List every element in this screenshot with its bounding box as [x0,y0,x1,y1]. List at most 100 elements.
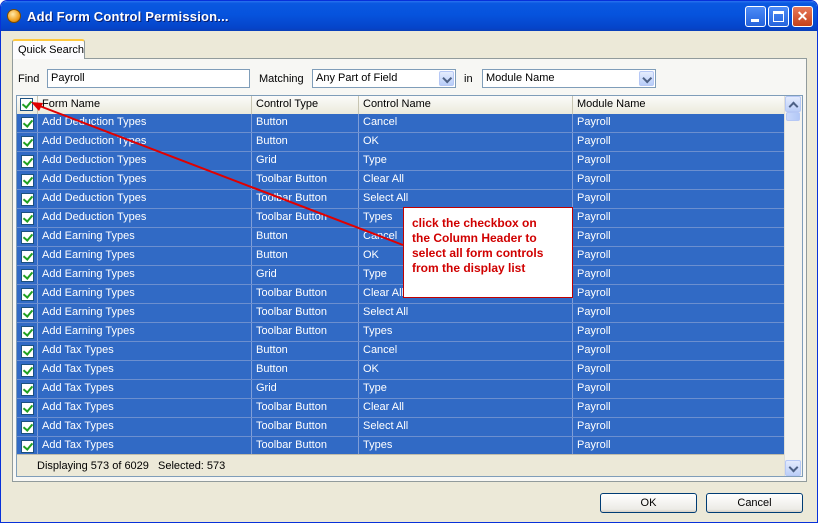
cell-form-name: Add Deduction Types [38,171,252,189]
row-checkbox[interactable] [21,117,34,130]
row-checkbox[interactable] [21,402,34,415]
table-row[interactable]: Add Earning Types Button OK Payroll [17,247,786,266]
table-row[interactable]: Add Deduction Types Button Cancel Payroll [17,114,786,133]
find-input[interactable]: Payroll [47,69,250,88]
cell-control-name: Clear All [359,399,573,417]
cell-checkbox [17,171,38,189]
table-row[interactable]: Add Deduction Types Button OK Payroll [17,133,786,152]
close-button[interactable]: ✕ [792,6,813,27]
row-checkbox[interactable] [21,345,34,358]
row-checkbox[interactable] [21,231,34,244]
table-row[interactable]: Add Tax Types Toolbar Button Select All Pay… [17,418,786,437]
matching-label: Matching [259,73,304,85]
cell-control-name: Type [359,152,573,170]
table-row[interactable]: Add Tax Types Button OK Payroll [17,361,786,380]
row-checkbox[interactable] [21,212,34,225]
cell-module-name: Payroll [573,304,786,322]
cell-module-name: Payroll [573,171,786,189]
cell-control-name: OK [359,361,573,379]
find-label: Find [18,73,40,85]
chevron-down-icon[interactable] [639,71,654,86]
tab-label: Quick Search [18,44,85,56]
cancel-button[interactable]: Cancel [706,493,803,513]
row-checkbox[interactable] [21,440,34,453]
table-row[interactable]: Add Deduction Types Toolbar Button Select … [17,190,786,209]
table-row[interactable]: Add Earning Types Grid Type Payroll [17,266,786,285]
maximize-icon [773,11,784,22]
status-selected: Selected: 573 [158,460,226,472]
row-checkbox[interactable] [21,174,34,187]
table-row[interactable]: Add Deduction Types Toolbar Button Clear A… [17,171,786,190]
row-checkbox[interactable] [21,307,34,320]
row-checkbox[interactable] [21,288,34,301]
cell-form-name: Add Tax Types [38,437,252,455]
cell-checkbox [17,418,38,436]
cell-control-name: Select All [359,190,573,208]
row-checkbox[interactable] [21,155,34,168]
instruction-callout: click the checkbox on the Column Header … [403,207,573,298]
column-header-module-name[interactable]: Module Name [573,96,786,114]
matching-value: Any Part of Field [316,72,398,84]
cell-control-type: Toolbar Button [252,399,359,417]
callout-line: click the checkbox on [412,216,537,230]
vertical-scrollbar[interactable] [784,96,802,476]
row-checkbox[interactable] [21,193,34,206]
field-select[interactable]: Module Name [482,69,656,88]
cell-control-name: Select All [359,304,573,322]
chevron-down-icon[interactable] [439,71,454,86]
cell-control-type: Toolbar Button [252,418,359,436]
row-checkbox[interactable] [21,383,34,396]
table-row[interactable]: Add Earning Types Button Cancel Payroll [17,228,786,247]
row-checkbox[interactable] [21,250,34,263]
cell-checkbox [17,437,38,455]
maximize-button[interactable] [768,6,789,27]
cell-control-type: Toolbar Button [252,304,359,322]
row-checkbox[interactable] [21,269,34,282]
column-header-control-name[interactable]: Control Name [359,96,573,114]
table-row[interactable]: Add Deduction Types Toolbar Button Types Pa… [17,209,786,228]
title-bar[interactable]: Add Form Control Permission... ✕ [1,1,817,31]
row-checkbox[interactable] [21,326,34,339]
cell-control-type: Grid [252,380,359,398]
scroll-up-icon[interactable] [785,96,801,112]
close-icon: ✕ [796,8,809,24]
cell-control-type: Toolbar Button [252,171,359,189]
cell-checkbox [17,361,38,379]
cell-module-name: Payroll [573,228,786,246]
scroll-down-icon[interactable] [785,460,801,476]
cell-control-name: Types [359,437,573,455]
table-row[interactable]: Add Tax Types Button Cancel Payroll [17,342,786,361]
cell-checkbox [17,209,38,227]
cell-module-name: Payroll [573,361,786,379]
select-all-checkbox[interactable] [20,98,33,111]
column-header-form-name[interactable]: Form Name [38,96,252,114]
cell-form-name: Add Earning Types [38,247,252,265]
cell-form-name: Add Deduction Types [38,133,252,151]
table-row[interactable]: Add Tax Types Toolbar Button Clear All Payr… [17,399,786,418]
cell-checkbox [17,133,38,151]
minimize-button[interactable] [745,6,766,27]
tab-quick-search[interactable]: Quick Search [12,39,85,59]
cell-form-name: Add Earning Types [38,304,252,322]
table-row[interactable]: Add Earning Types Toolbar Button Clear All… [17,285,786,304]
cell-control-type: Button [252,342,359,360]
cell-control-type: Button [252,228,359,246]
cell-form-name: Add Earning Types [38,323,252,341]
row-checkbox[interactable] [21,421,34,434]
matching-select[interactable]: Any Part of Field [312,69,456,88]
cell-form-name: Add Earning Types [38,228,252,246]
cell-form-name: Add Tax Types [38,418,252,436]
column-header-control-type[interactable]: Control Type [252,96,359,114]
table-row[interactable]: Add Tax Types Grid Type Payroll [17,380,786,399]
row-checkbox[interactable] [21,136,34,149]
table-row[interactable]: Add Earning Types Toolbar Button Select Al… [17,304,786,323]
row-checkbox[interactable] [21,364,34,377]
cell-control-name: Cancel [359,114,573,132]
table-row[interactable]: Add Deduction Types Grid Type Payroll [17,152,786,171]
table-row[interactable]: Add Earning Types Toolbar Button Types Payr… [17,323,786,342]
callout-line: from the display list [412,261,526,275]
cell-checkbox [17,304,38,322]
scroll-thumb[interactable] [786,112,800,121]
callout-line: select all form controls [412,246,544,260]
ok-button[interactable]: OK [600,493,697,513]
